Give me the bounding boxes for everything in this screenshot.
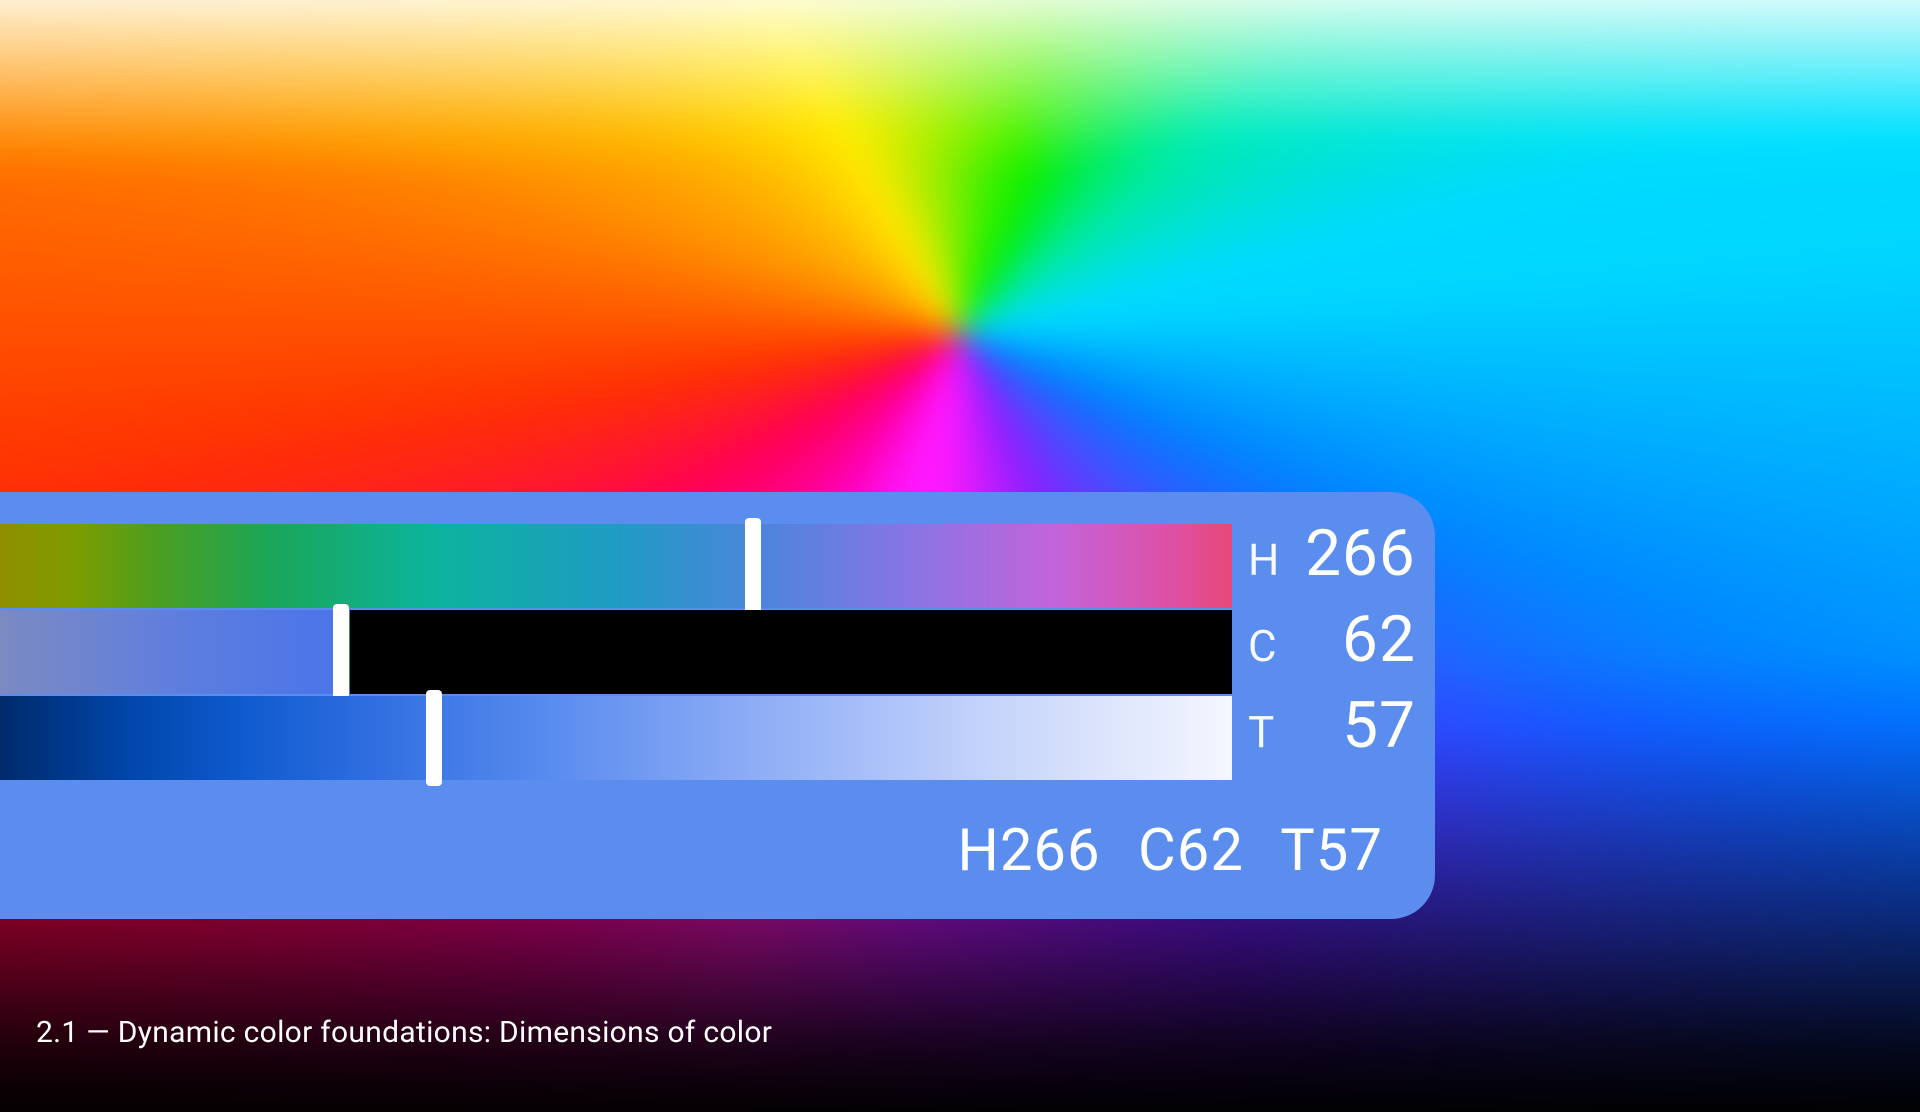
tone-slider[interactable]	[0, 696, 1232, 780]
tone-label: T	[1248, 706, 1282, 758]
chroma-slider[interactable]	[0, 610, 1232, 694]
chroma-thumb[interactable]	[333, 604, 349, 700]
tone-thumb[interactable]	[426, 690, 442, 786]
hct-slider-group	[0, 524, 1232, 782]
hue-value: 266	[1296, 516, 1416, 591]
hue-thumb[interactable]	[745, 518, 761, 614]
tone-readout: T 57	[1248, 688, 1416, 774]
tone-track	[0, 696, 1232, 780]
chroma-out-of-gamut-region	[350, 610, 1232, 694]
chroma-value: 62	[1296, 602, 1416, 677]
chroma-label: C	[1248, 620, 1282, 672]
chroma-track	[0, 610, 350, 694]
hue-label: H	[1248, 534, 1282, 586]
hue-readout: H 266	[1248, 516, 1416, 602]
hue-track	[0, 524, 1232, 608]
hue-slider[interactable]	[0, 524, 1232, 608]
hct-color-panel: H 266 C 62 T 57 H266 C62 T57	[0, 492, 1435, 919]
hct-readouts: H 266 C 62 T 57	[1248, 516, 1416, 774]
tone-value: 57	[1296, 688, 1416, 763]
hct-summary-text: H266 C62 T57	[957, 817, 1383, 885]
slide-caption: 2.1 — Dynamic color foundations: Dimensi…	[36, 1015, 772, 1050]
chroma-readout: C 62	[1248, 602, 1416, 688]
